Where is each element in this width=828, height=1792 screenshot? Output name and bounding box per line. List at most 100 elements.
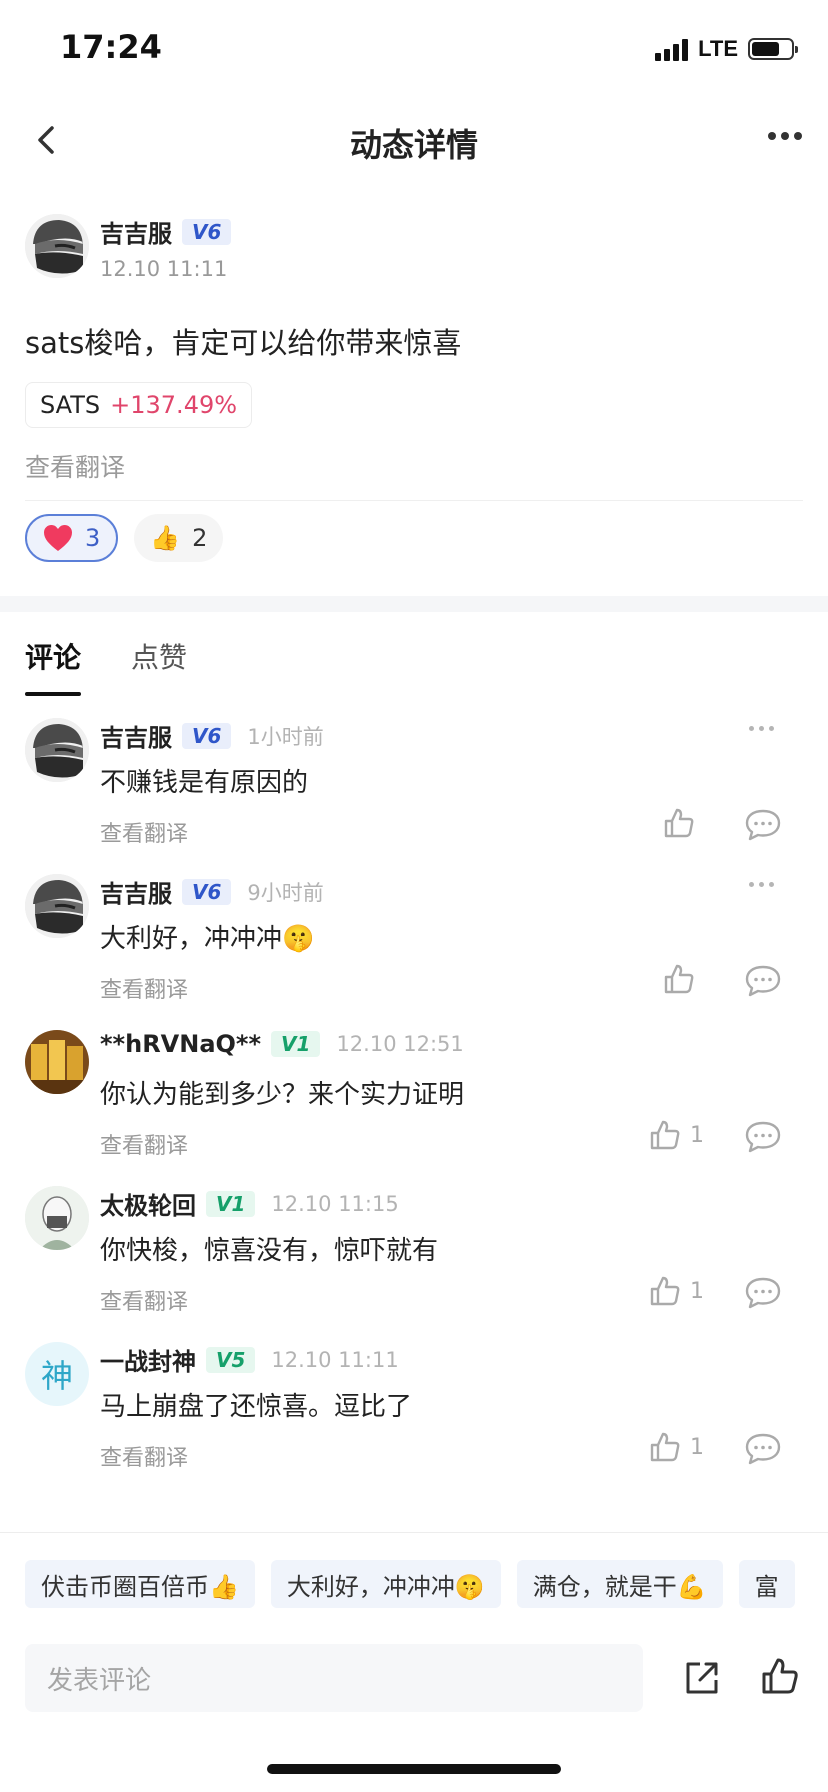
signal-icon bbox=[655, 37, 689, 61]
thumbs-up-icon bbox=[650, 1276, 680, 1306]
battery-icon bbox=[748, 38, 798, 60]
quick-reply-chip[interactable]: 满仓，就是干💪 bbox=[516, 1560, 723, 1608]
comment-translate-link[interactable]: 查看翻译 bbox=[100, 816, 188, 848]
quick-reply-chip[interactable]: 伏击币圈百倍币👍 bbox=[25, 1560, 255, 1608]
thumbs-up-icon bbox=[650, 1432, 680, 1462]
comment-text: 你认为能到多少？来个实力证明 bbox=[100, 1080, 465, 1110]
comment-more-button[interactable] bbox=[749, 726, 774, 731]
comment-like-count: 1 bbox=[690, 1434, 704, 1460]
comment-header: 吉吉服 V6 9小时前 bbox=[100, 874, 324, 909]
comment-author[interactable]: 一战封神 bbox=[100, 1342, 196, 1377]
comment-avatar[interactable] bbox=[25, 718, 89, 782]
comment-like-count: 1 bbox=[690, 1122, 704, 1148]
network-label: LTE bbox=[698, 36, 738, 61]
comment-input[interactable]: 发表评论 bbox=[25, 1644, 643, 1712]
thumbs-count: 2 bbox=[192, 524, 208, 552]
comment-header: **hRVNaQ** V1 12.10 12:51 bbox=[100, 1030, 464, 1058]
comment-author[interactable]: 太极轮回 bbox=[100, 1186, 196, 1221]
thumbs-up-emoji-icon: 👍 bbox=[150, 524, 181, 552]
comment-reply-button[interactable] bbox=[744, 1432, 782, 1470]
comment-reply-button[interactable] bbox=[744, 808, 782, 846]
nav-bar: 动态详情 bbox=[0, 100, 828, 180]
comment-reply-button[interactable] bbox=[744, 1276, 782, 1314]
level-badge: V6 bbox=[182, 722, 232, 749]
comment-like-button[interactable] bbox=[662, 806, 704, 840]
reply-icon bbox=[745, 1433, 781, 1465]
comment-text: 不赚钱是有原因的 bbox=[100, 768, 309, 798]
comment-author[interactable]: 吉吉服 bbox=[100, 874, 172, 909]
gold-bars-avatar-icon bbox=[25, 1030, 89, 1094]
like-button[interactable] bbox=[758, 1654, 802, 1702]
ninja-avatar-icon bbox=[25, 874, 89, 938]
comment-avatar[interactable]: 神 bbox=[25, 1342, 89, 1406]
comment-header: 太极轮回 V1 12.10 11:15 bbox=[100, 1186, 399, 1221]
heart-reaction-button[interactable]: 3 bbox=[25, 514, 119, 562]
ticker-tag[interactable]: SATS +137.49% bbox=[25, 382, 253, 428]
page-title: 动态详情 bbox=[349, 126, 478, 164]
comment-like-button[interactable]: 1 bbox=[648, 1118, 704, 1152]
level-badge: V5 bbox=[206, 1346, 256, 1373]
comment-placeholder: 发表评论 bbox=[47, 1665, 152, 1696]
comment-author[interactable]: 吉吉服 bbox=[100, 718, 172, 753]
comment-avatar[interactable] bbox=[25, 874, 89, 938]
comment-list: 吉吉服 V6 1小时前 不赚钱是有原因的 查看翻译 吉吉服 V6 9小时前 大利好，冲冲冲🤫 查看… bbox=[0, 712, 828, 1492]
heart-icon bbox=[44, 525, 72, 551]
comment-translate-link[interactable]: 查看翻译 bbox=[100, 972, 188, 1004]
comment-time: 9小时前 bbox=[247, 880, 324, 905]
post-author-name[interactable]: 吉吉服 bbox=[100, 214, 172, 249]
quick-reply-chip[interactable]: 大利好，冲冲冲🤫 bbox=[270, 1560, 501, 1608]
comment-time: 12.10 12:51 bbox=[336, 1032, 464, 1056]
comment-like-button[interactable]: 1 bbox=[648, 1274, 704, 1308]
tab-comments[interactable]: 评论 bbox=[25, 636, 82, 696]
post-avatar[interactable] bbox=[25, 214, 89, 278]
comment-header: 吉吉服 V6 1小时前 bbox=[100, 718, 324, 753]
thumbs-up-icon bbox=[650, 1120, 680, 1150]
reactions: 3 👍 2 bbox=[25, 514, 224, 562]
quick-reply-chip[interactable]: 富 bbox=[738, 1560, 795, 1608]
comment-avatar[interactable] bbox=[25, 1030, 89, 1094]
comment-text: 大利好，冲冲冲🤫 bbox=[100, 924, 315, 954]
comment-item: **hRVNaQ** V1 12.10 12:51 你认为能到多少？来个实力证明 查看翻… bbox=[0, 1024, 828, 1180]
comment-text: 你快梭，惊喜没有，惊吓就有 bbox=[100, 1236, 439, 1266]
post-time: 12.10 11:11 bbox=[100, 257, 228, 281]
comment-more-button[interactable] bbox=[749, 882, 774, 887]
battery-level bbox=[752, 42, 779, 56]
tab-likes[interactable]: 点赞 bbox=[131, 636, 187, 696]
quick-replies: 伏击币圈百倍币👍 大利好，冲冲冲🤫 满仓，就是干💪 富 bbox=[25, 1560, 795, 1608]
level-badge: V1 bbox=[206, 1190, 256, 1217]
level-badge: V1 bbox=[271, 1031, 321, 1057]
comment-reply-button[interactable] bbox=[744, 1120, 782, 1158]
comment-author[interactable]: **hRVNaQ** bbox=[100, 1030, 261, 1058]
divider bbox=[25, 500, 803, 501]
ticker-symbol: SATS bbox=[40, 391, 101, 419]
ticker-change: +137.49% bbox=[110, 391, 238, 419]
status-bar: 17:24 LTE bbox=[0, 0, 828, 100]
comment-like-button[interactable]: 1 bbox=[648, 1430, 704, 1464]
letter-avatar: 神 bbox=[25, 1342, 89, 1406]
post-meta: 吉吉服 V6 12.10 11:11 bbox=[100, 214, 232, 281]
comment-reply-button[interactable] bbox=[744, 964, 782, 1002]
post-translate-link[interactable]: 查看翻译 bbox=[25, 448, 125, 484]
share-button[interactable] bbox=[680, 1656, 724, 1704]
section-divider bbox=[0, 596, 828, 612]
comment-time: 12.10 11:11 bbox=[271, 1347, 399, 1372]
post-text: sats梭哈，肯定可以给你带来惊喜 bbox=[25, 326, 462, 360]
thumbs-reaction-button[interactable]: 👍 2 bbox=[134, 514, 224, 562]
thumbs-up-icon bbox=[664, 808, 694, 838]
comment-item: 吉吉服 V6 1小时前 不赚钱是有原因的 查看翻译 bbox=[0, 712, 828, 868]
sketch-avatar-icon bbox=[25, 1186, 89, 1250]
comment-translate-link[interactable]: 查看翻译 bbox=[100, 1440, 188, 1472]
share-icon bbox=[686, 1662, 718, 1694]
comment-item: 吉吉服 V6 9小时前大利好，冲冲冲🤫 查看翻译 bbox=[0, 868, 828, 1024]
comment-translate-link[interactable]: 查看翻译 bbox=[100, 1128, 188, 1160]
divider bbox=[0, 1532, 828, 1533]
ninja-avatar-icon bbox=[25, 718, 89, 782]
level-badge: V6 bbox=[182, 878, 232, 905]
comment-like-count: 1 bbox=[690, 1278, 704, 1304]
more-icon bbox=[768, 132, 776, 140]
comment-translate-link[interactable]: 查看翻译 bbox=[100, 1284, 188, 1316]
comment-avatar[interactable] bbox=[25, 1186, 89, 1250]
comment-header: 一战封神 V5 12.10 11:11 bbox=[100, 1342, 399, 1377]
more-button[interactable] bbox=[768, 132, 802, 140]
comment-like-button[interactable] bbox=[662, 962, 704, 996]
